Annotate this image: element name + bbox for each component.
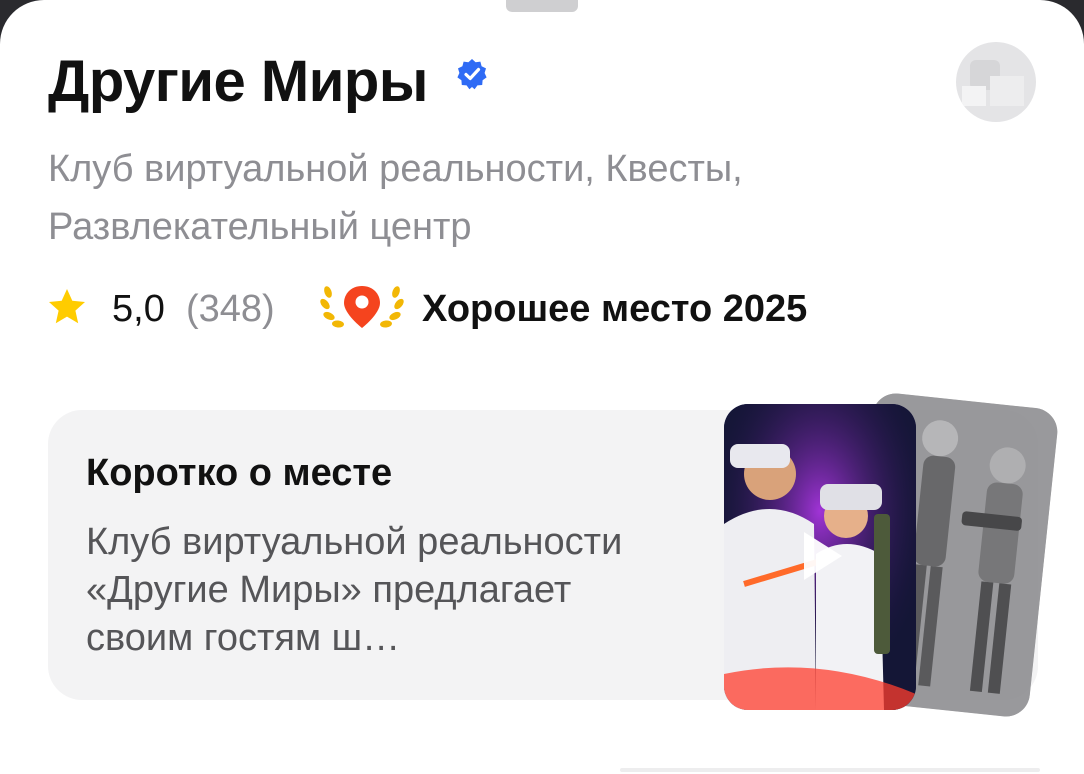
user-avatar[interactable] <box>956 42 1036 122</box>
place-categories: Клуб виртуальной реальности, Квесты, Раз… <box>48 148 743 248</box>
play-icon[interactable] <box>800 528 846 584</box>
rating-value: 5,0 <box>112 288 165 330</box>
sheet-grabber[interactable] <box>506 0 578 12</box>
divider <box>620 768 1040 772</box>
place-title: Другие Миры <box>48 49 428 114</box>
place-card-sheet: Другие Миры Клуб виртуальной реальности,… <box>0 0 1084 774</box>
verified-badge-icon <box>457 59 487 90</box>
reviews-count: (348) <box>186 288 275 330</box>
award-text: Хорошее место 2025 <box>422 288 808 330</box>
about-text: Клуб виртуальной реальности «Другие Миры… <box>86 521 623 659</box>
rating-row[interactable]: 5,0 (348) Хорошее место 2025 <box>46 282 906 334</box>
star-icon <box>49 289 85 324</box>
about-title: Коротко о месте <box>86 452 393 494</box>
main-photo[interactable] <box>724 404 916 710</box>
laurel-pin-icon <box>320 286 404 328</box>
